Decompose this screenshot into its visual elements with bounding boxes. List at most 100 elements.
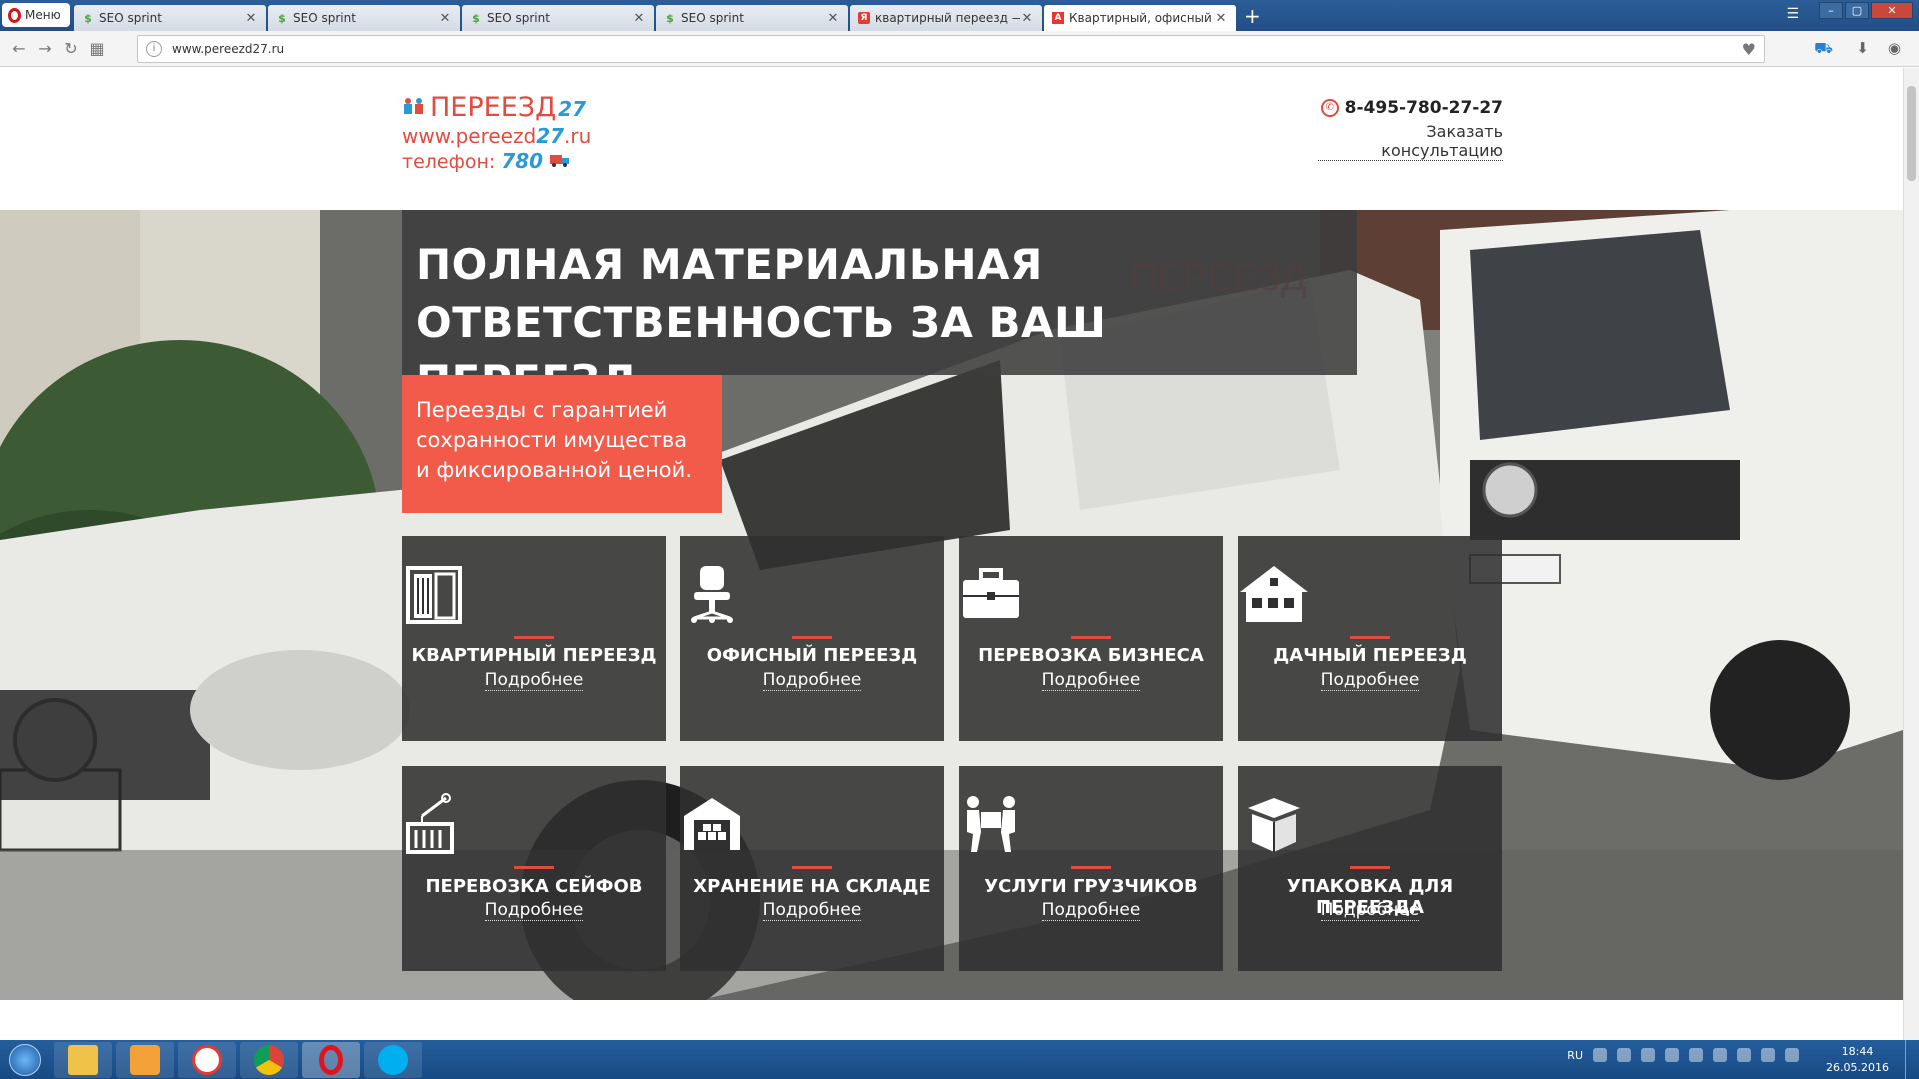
- service-card-packing[interactable]: УПАКОВКА ДЛЯ ПЕРЕЕЗДА Подробнее: [1238, 766, 1502, 971]
- tray-steam-icon[interactable]: [1593, 1048, 1607, 1062]
- service-more-link[interactable]: Подробнее: [959, 900, 1223, 921]
- sub-line-1: Переезды с гарантией: [416, 398, 668, 422]
- close-tab-icon[interactable]: ✕: [438, 11, 452, 26]
- service-title: ДАЧНЫЙ ПЕРЕЕЗД: [1273, 645, 1467, 666]
- forward-icon[interactable]: →: [32, 39, 58, 58]
- close-tab-icon[interactable]: ✕: [1020, 11, 1034, 26]
- tray-volume-icon[interactable]: [1785, 1048, 1799, 1062]
- new-tab-button[interactable]: +: [1244, 4, 1261, 28]
- dollar-icon: $: [472, 11, 480, 25]
- address-bar[interactable]: i www.pereezd27.ru ♥: [137, 35, 1765, 63]
- card-accent-bar: [792, 636, 832, 639]
- service-more-link[interactable]: Подробнее: [1238, 900, 1502, 921]
- taskbar-explorer[interactable]: [54, 1041, 112, 1078]
- tray-network-icon[interactable]: [1761, 1048, 1775, 1062]
- service-more-link[interactable]: Подробнее: [959, 670, 1223, 691]
- show-desktop-button[interactable]: [1905, 1040, 1919, 1079]
- taskbar-skype[interactable]: [364, 1041, 422, 1078]
- taskbar-media[interactable]: [116, 1041, 174, 1078]
- taskbar-chrome[interactable]: [240, 1041, 298, 1078]
- minimize-icon[interactable]: –: [1819, 2, 1843, 19]
- start-button[interactable]: [0, 1042, 50, 1078]
- box-icon: [1248, 798, 1300, 852]
- browser-tab[interactable]: Я квартирный переезд — Я ✕: [850, 5, 1042, 31]
- yandex-browser-icon: [192, 1044, 222, 1075]
- service-card-business[interactable]: ПЕРЕВОЗКА БИЗНЕСА Подробнее: [959, 536, 1223, 741]
- browser-tab-active[interactable]: A Квартирный, офисный пе ✕: [1044, 5, 1236, 31]
- restore-icon[interactable]: ▢: [1845, 2, 1869, 19]
- system-tray: RU: [1567, 1048, 1799, 1062]
- service-more-link[interactable]: Подробнее: [1238, 670, 1502, 691]
- warehouse-icon: [684, 798, 740, 850]
- close-tab-icon[interactable]: ✕: [1214, 11, 1228, 26]
- service-card-dacha[interactable]: ДАЧНЫЙ ПЕРЕЕЗД Подробнее: [1238, 536, 1502, 741]
- site-info-icon[interactable]: i: [146, 41, 162, 57]
- card-accent-bar: [792, 866, 832, 869]
- service-title: УСЛУГИ ГРУЗЧИКОВ: [984, 876, 1198, 897]
- service-more-link[interactable]: Подробнее: [680, 670, 944, 691]
- dollar-icon: $: [84, 11, 92, 25]
- scrollbar-thumb[interactable]: [1907, 86, 1916, 181]
- bookmark-heart-icon[interactable]: ♥: [1742, 40, 1756, 59]
- dollar-icon: $: [278, 11, 286, 25]
- service-card-apartment[interactable]: КВАРТИРНЫЙ ПЕРЕЕЗД Подробнее: [402, 536, 666, 741]
- tray-app-icon[interactable]: [1665, 1048, 1679, 1062]
- tray-app-icon[interactable]: [1737, 1048, 1751, 1062]
- office-chair-icon: [691, 566, 733, 623]
- tray-chrome-icon[interactable]: [1689, 1048, 1703, 1062]
- service-more-link[interactable]: Подробнее: [402, 900, 666, 921]
- hero-subheadline: Переезды с гарантией сохранности имущест…: [402, 375, 722, 513]
- speed-dial-icon[interactable]: ▦: [84, 39, 110, 58]
- service-more-link[interactable]: Подробнее: [680, 900, 944, 921]
- logo-url-suffix: .ru: [564, 124, 592, 148]
- tray-app-icon[interactable]: [1641, 1048, 1655, 1062]
- logo-number: 27: [558, 97, 587, 121]
- browser-tab[interactable]: $ SEO sprint ✕: [656, 5, 848, 31]
- account-icon[interactable]: ◉: [1888, 39, 1901, 57]
- tab-title: SEO sprint: [293, 11, 356, 25]
- tray-flag-icon[interactable]: [1713, 1048, 1727, 1062]
- close-tab-icon[interactable]: ✕: [244, 11, 258, 26]
- cart-icon[interactable]: ⛟: [1814, 39, 1833, 59]
- service-title: ХРАНЕНИЕ НА СКЛАДЕ: [693, 876, 931, 897]
- service-card-safes[interactable]: ПЕРЕВОЗКА СЕЙФОВ Подробнее: [402, 766, 666, 971]
- browser-tab-bar: Меню $ SEO sprint ✕ $ SEO sprint ✕ $ SEO…: [0, 0, 1919, 31]
- browser-tab[interactable]: $ SEO sprint ✕: [462, 5, 654, 31]
- hero-section: ПЕРЕЕЗД ПОЛНАЯ МАТЕРИАЛЬНАЯ ОТВЕТСТВЕННО…: [0, 210, 1903, 1000]
- download-icon[interactable]: ⬇: [1856, 39, 1869, 57]
- page-scrollbar[interactable]: [1903, 68, 1919, 1040]
- reload-icon[interactable]: ↻: [58, 39, 84, 58]
- browser-tab[interactable]: $ SEO sprint ✕: [74, 5, 266, 31]
- service-card-office[interactable]: ОФИСНЫЙ ПЕРЕЕЗД Подробнее: [680, 536, 944, 741]
- web-page: ПЕРЕЕЗД 27 www.pereezd27.ru телефон: 780…: [0, 68, 1903, 1040]
- back-icon[interactable]: ←: [6, 39, 32, 58]
- system-clock[interactable]: 18:44 26.05.2016: [1826, 1044, 1889, 1076]
- clock-time: 18:44: [1841, 1045, 1874, 1058]
- service-card-storage[interactable]: ХРАНЕНИЕ НА СКЛАДЕ Подробнее: [680, 766, 944, 971]
- opera-logo-icon: [8, 7, 21, 23]
- language-indicator[interactable]: RU: [1567, 1049, 1583, 1062]
- site-logo[interactable]: ПЕРЕЕЗД 27 www.pereezd27.ru телефон: 780: [402, 92, 591, 173]
- close-tab-icon[interactable]: ✕: [632, 11, 646, 26]
- headline-line-1: ПОЛНАЯ МАТЕРИАЛЬНАЯ: [416, 240, 1043, 289]
- phone-number[interactable]: 8-495-780-27-27: [1345, 98, 1503, 118]
- briefcase-icon: [963, 568, 1019, 618]
- service-more-link[interactable]: Подробнее: [402, 670, 666, 691]
- consultation-link[interactable]: Заказать консультацию: [1318, 122, 1503, 161]
- close-tab-icon[interactable]: ✕: [826, 11, 840, 26]
- sub-line-2: сохранности имущества: [416, 428, 688, 452]
- media-player-icon: [130, 1044, 160, 1075]
- service-card-movers[interactable]: УСЛУГИ ГРУЗЧИКОВ Подробнее: [959, 766, 1223, 971]
- services-grid: КВАРТИРНЫЙ ПЕРЕЕЗД Подробнее ОФИСНЫЙ ПЕР…: [402, 536, 1503, 972]
- taskbar-yandex[interactable]: [178, 1041, 236, 1078]
- tabs-menu-icon[interactable]: ☰: [1786, 6, 1799, 22]
- taskbar-opera[interactable]: [302, 1041, 360, 1078]
- opera-menu-button[interactable]: Меню: [2, 3, 70, 27]
- tab-title: Квартирный, офисный пе: [1069, 11, 1214, 25]
- card-accent-bar: [1350, 636, 1390, 639]
- tray-app-icon[interactable]: [1617, 1048, 1631, 1062]
- browser-tab[interactable]: $ SEO sprint ✕: [268, 5, 460, 31]
- close-window-icon[interactable]: ✕: [1871, 2, 1913, 19]
- window-controls: – ▢ ✕: [1819, 2, 1913, 19]
- avito-icon: A: [1052, 12, 1064, 24]
